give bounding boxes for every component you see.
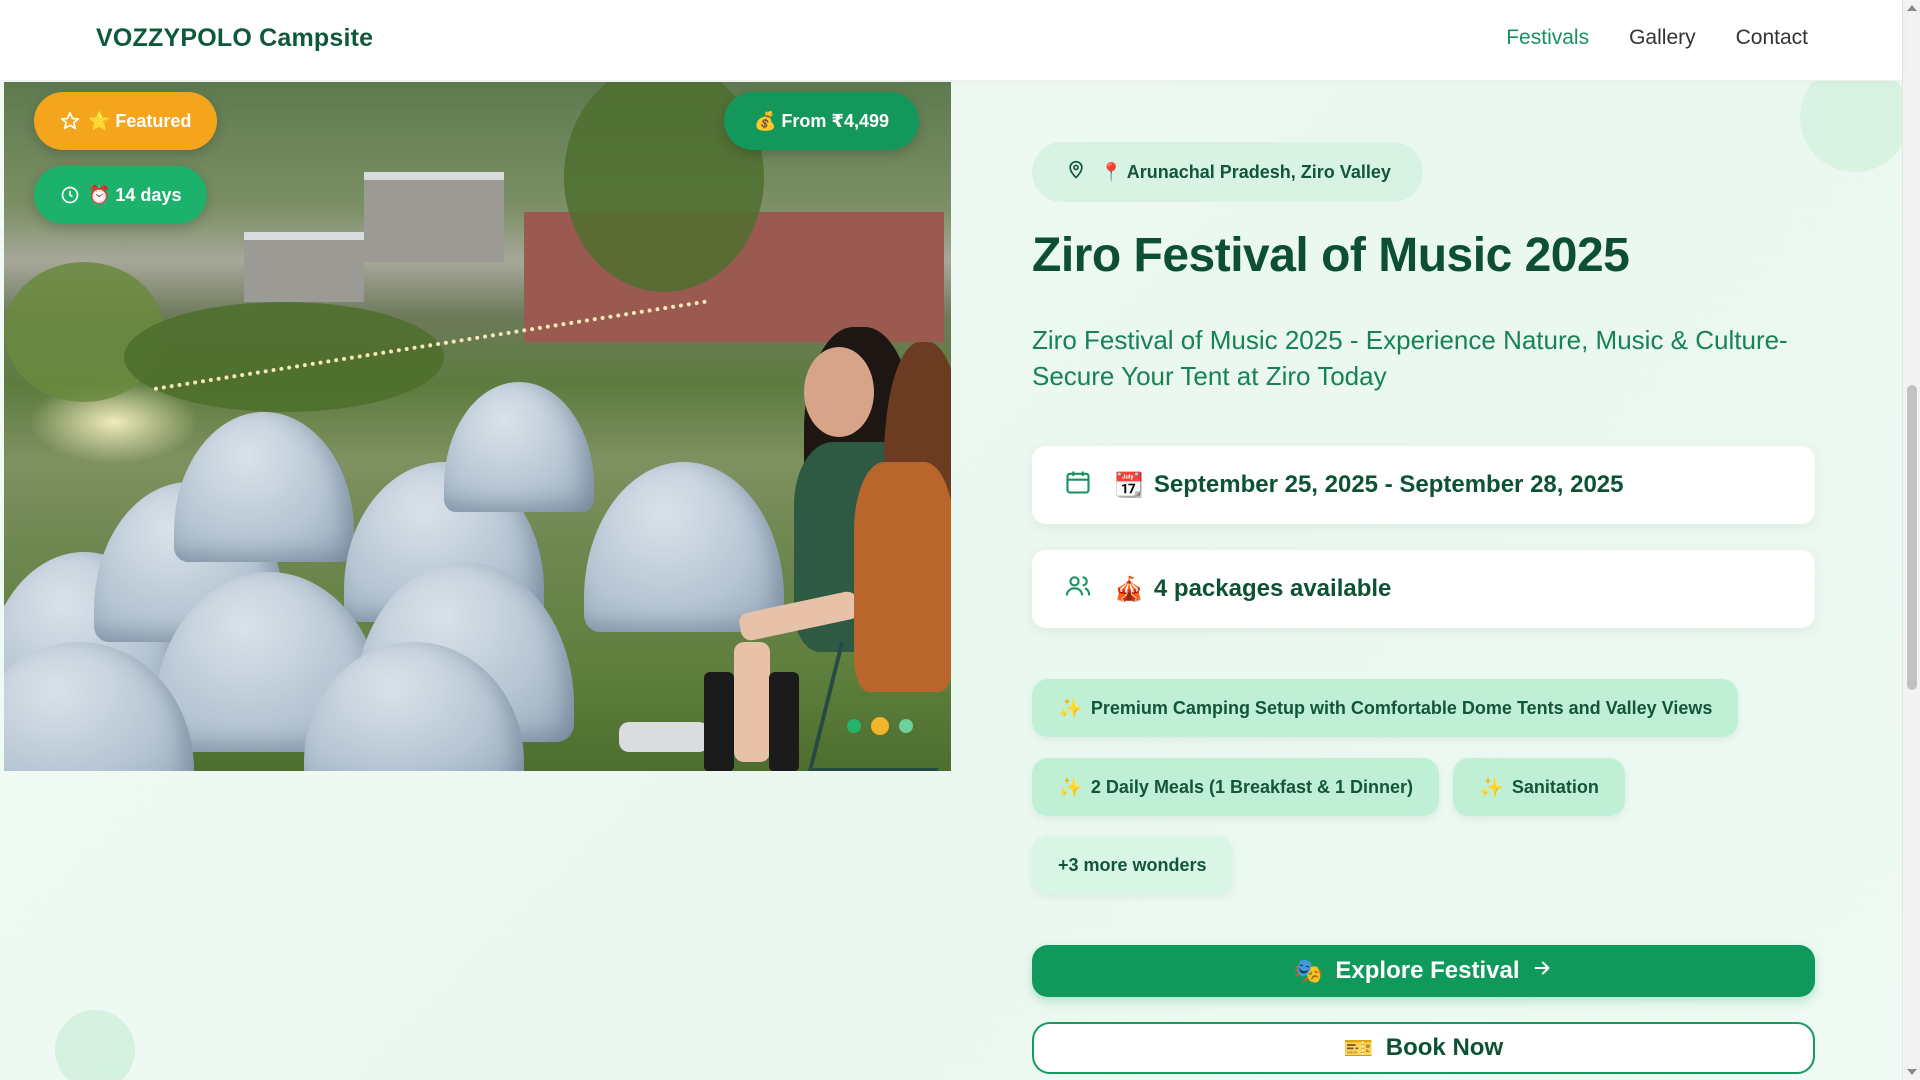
- person-leg: [734, 642, 770, 762]
- tent: [444, 382, 594, 512]
- highlight-text: Sanitation: [1511, 776, 1599, 797]
- page-scrollbar[interactable]: [1902, 0, 1920, 1080]
- location-text: 📍 Arunachal Pradesh, Ziro Valley: [1100, 161, 1391, 182]
- scroll-down-icon[interactable]: [1907, 1069, 1917, 1075]
- nav-gallery[interactable]: Gallery: [1629, 26, 1696, 50]
- person-shoe: [619, 722, 709, 752]
- sparkle-icon: ✨: [1058, 776, 1083, 799]
- tent: [174, 412, 354, 562]
- decorative-circle: [55, 1010, 135, 1080]
- date-card: 📆 September 25, 2025 - September 28, 202…: [1032, 446, 1815, 524]
- price-badge-label: 💰 From ₹4,499: [754, 110, 889, 131]
- calendar-icon: [1064, 468, 1092, 503]
- masks-emoji: 🎭: [1293, 957, 1324, 985]
- scroll-up-icon[interactable]: [1907, 5, 1917, 11]
- carousel-dot[interactable]: [847, 719, 861, 733]
- calendar-emoji: 📆: [1114, 471, 1144, 499]
- nav-festivals[interactable]: Festivals: [1506, 26, 1589, 50]
- featured-badge: ⭐ Featured: [34, 92, 218, 150]
- festival-description: Ziro Festival of Music 2025 - Experience…: [1032, 325, 1788, 391]
- highlight-text: 2 Daily Meals (1 Breakfast & 1 Dinner): [1090, 776, 1414, 797]
- brand-logo[interactable]: VOZZYPOLO Campsite: [96, 24, 373, 53]
- packages-card: 🎪 4 packages available: [1032, 550, 1815, 628]
- duration-badge: ⏰ 14 days: [34, 166, 208, 224]
- scenery-house: [244, 232, 364, 302]
- duration-badge-label: ⏰ 14 days: [88, 184, 182, 205]
- map-pin-icon: [1066, 160, 1086, 185]
- site-header: VOZZYPOLO Campsite Festivals Gallery Con…: [0, 0, 1902, 81]
- sparkle-icon: ✨: [1058, 697, 1083, 720]
- main-nav: Festivals Gallery Contact: [1506, 26, 1808, 50]
- arrow-right-icon: [1531, 957, 1553, 986]
- person-boot: [704, 672, 734, 771]
- explore-festival-button[interactable]: 🎭 Explore Festival: [1032, 945, 1815, 997]
- carousel-dot-active[interactable]: [871, 717, 889, 735]
- featured-badge-label: ⭐ Featured: [88, 110, 192, 131]
- nav-contact[interactable]: Contact: [1736, 26, 1808, 50]
- festival-title: Ziro Festival of Music 2025: [1032, 229, 1630, 282]
- price-badge: 💰 From ₹4,499: [724, 92, 919, 150]
- festival-hero-image[interactable]: ⭐ Featured ⏰ 14 days 💰 From ₹4,499: [4, 82, 951, 771]
- carousel-dot[interactable]: [899, 719, 913, 733]
- scrollbar-thumb[interactable]: [1907, 385, 1917, 690]
- person-boot: [769, 672, 799, 771]
- users-icon: [1064, 572, 1092, 607]
- carousel-dots: [847, 717, 913, 735]
- more-highlights-chip[interactable]: +3 more wonders: [1032, 836, 1233, 894]
- book-now-button[interactable]: 🎫 Book Now: [1032, 1022, 1815, 1074]
- star-icon: [60, 111, 80, 131]
- highlight-chip: ✨ Premium Camping Setup with Comfortable…: [1032, 679, 1739, 737]
- location-pill: 📍 Arunachal Pradesh, Ziro Valley: [1032, 142, 1423, 202]
- sparkle-icon: ✨: [1479, 776, 1504, 799]
- tent: [584, 462, 784, 632]
- tent-emoji: 🎪: [1114, 575, 1144, 603]
- ticket-emoji: 🎫: [1343, 1034, 1374, 1062]
- person-face: [804, 347, 874, 437]
- camping-chair: [807, 642, 951, 771]
- festival-dates: September 25, 2025 - September 28, 2025: [1153, 471, 1624, 498]
- more-highlights-text: +3 more wonders: [1058, 854, 1207, 875]
- scenery-bushes: [124, 302, 444, 412]
- highlight-text: Premium Camping Setup with Comfortable D…: [1090, 697, 1713, 718]
- highlight-chip: ✨ 2 Daily Meals (1 Breakfast & 1 Dinner): [1032, 758, 1440, 816]
- clock-icon: [60, 185, 80, 205]
- highlight-chip: ✨ Sanitation: [1453, 758, 1625, 816]
- scenery-house: [364, 172, 504, 262]
- explore-festival-label: Explore Festival: [1335, 957, 1520, 984]
- book-now-label: Book Now: [1385, 1034, 1504, 1061]
- packages-count: 4 packages available: [1153, 575, 1392, 602]
